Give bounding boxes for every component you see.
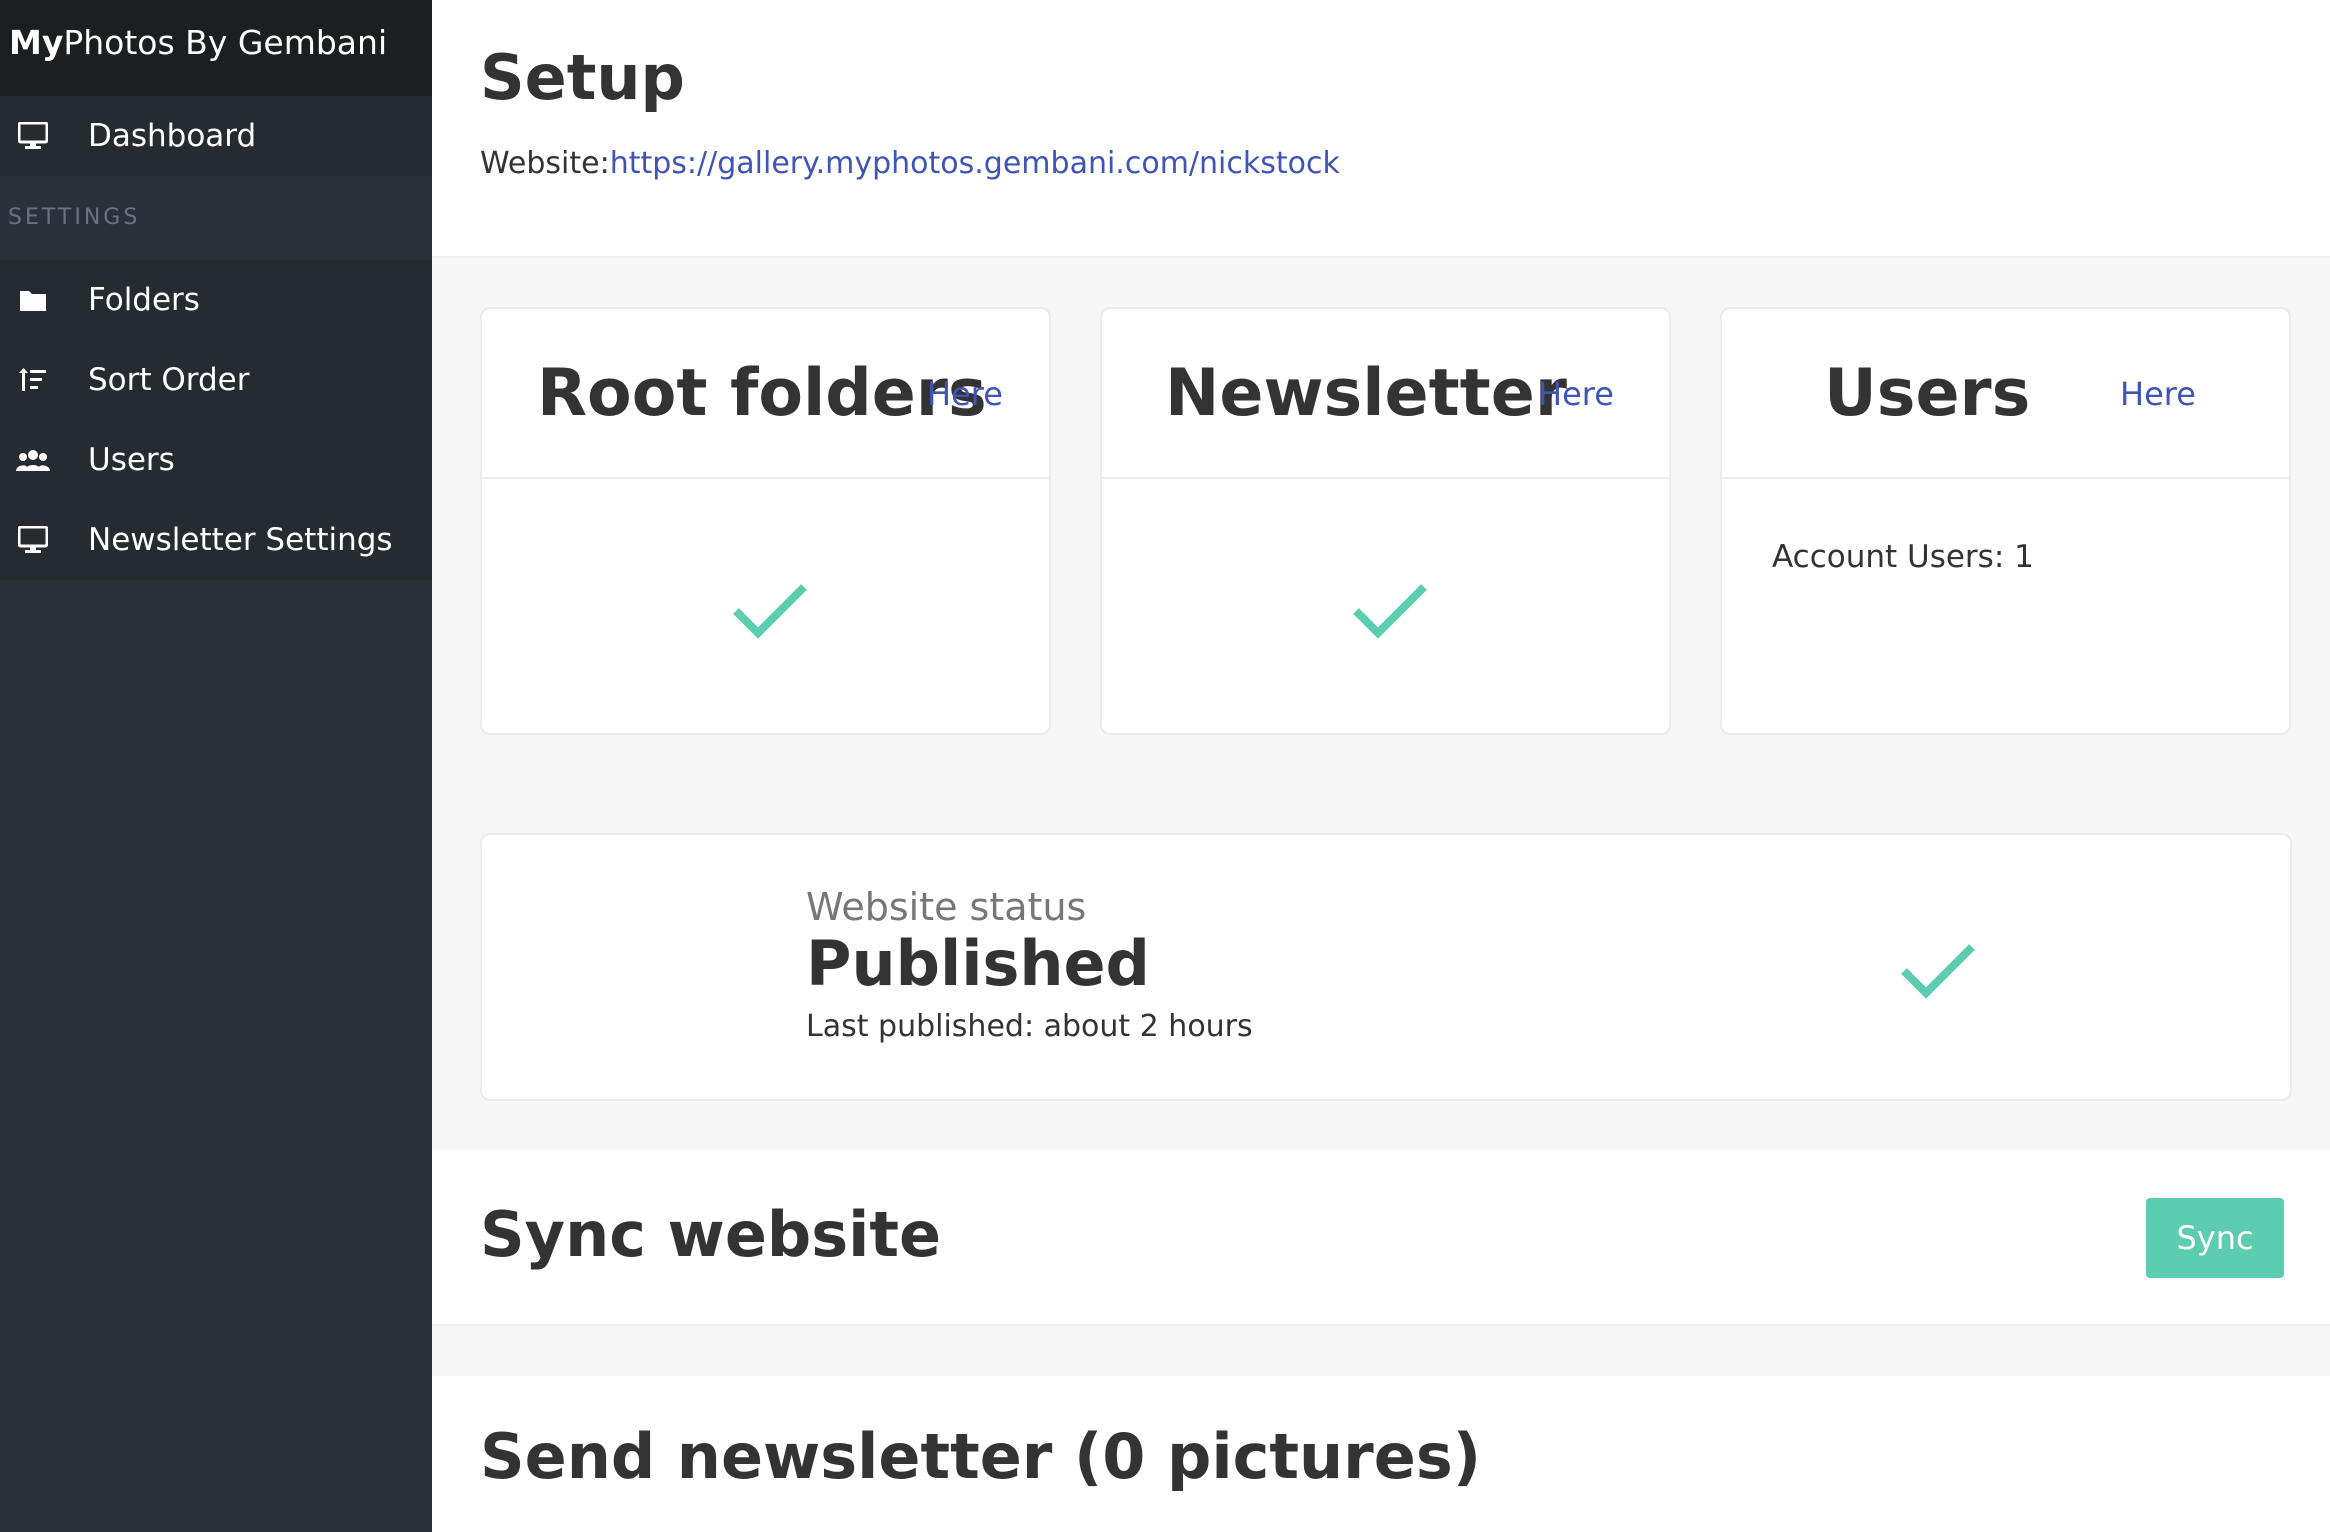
card-header: Newsletter Here — [1102, 309, 1669, 479]
brand-rest: Photos By Gembani — [63, 23, 388, 62]
folder-icon — [0, 288, 88, 312]
root-folders-card: Root folders Here — [480, 307, 1051, 735]
sidebar: MyPhotos By Gembani Dashboard SETTINGS F… — [0, 0, 432, 1532]
check-icon — [733, 584, 807, 639]
sidebar-item-sort-order[interactable]: Sort Order — [0, 340, 432, 420]
card-title: Root folders — [537, 356, 987, 431]
main-content: Setup Website:https://gallery.myphotos.g… — [432, 0, 2330, 1532]
sidebar-item-newsletter-settings[interactable]: Newsletter Settings — [0, 500, 432, 580]
website-label: Website: — [480, 146, 610, 181]
users-icon — [0, 448, 88, 472]
website-link[interactable]: https://gallery.myphotos.gembani.com/nic… — [610, 146, 1340, 181]
sync-website-section: Sync website Sync — [432, 1150, 2330, 1326]
settings-section-label: SETTINGS — [0, 176, 432, 260]
sort-icon — [0, 367, 88, 393]
setup-cards: Root folders Here Newsletter Here Users … — [480, 307, 2292, 735]
sidebar-item-dashboard[interactable]: Dashboard — [0, 96, 432, 176]
newsletter-here-link[interactable]: Here — [1538, 375, 1614, 413]
website-line: Website:https://gallery.myphotos.gembani… — [480, 146, 2330, 181]
users-here-link[interactable]: Here — [2120, 375, 2196, 413]
check-icon — [1353, 584, 1427, 639]
sidebar-item-label: Dashboard — [88, 118, 257, 154]
root-folders-here-link[interactable]: Here — [927, 375, 1003, 413]
brand-bold: My — [9, 23, 64, 62]
account-users-count: Account Users: 1 — [1772, 539, 2034, 575]
users-card: Users Here Account Users: 1 — [1720, 307, 2291, 735]
card-header: Users Here — [1722, 309, 2289, 479]
sync-button[interactable]: Sync — [2146, 1198, 2284, 1278]
monitor-icon — [0, 526, 88, 554]
card-title: Newsletter — [1165, 356, 1567, 431]
sidebar-item-label: Users — [88, 442, 175, 478]
sync-title: Sync website — [480, 1198, 942, 1271]
sidebar-item-label: Sort Order — [88, 362, 250, 398]
status-value: Published — [806, 927, 1150, 1000]
send-newsletter-section: Send newsletter (0 pictures) — [432, 1376, 2330, 1532]
last-published: Last published: about 2 hours — [806, 1009, 1253, 1044]
website-status-panel: Website status Published Last published:… — [480, 833, 2292, 1101]
sidebar-item-folders[interactable]: Folders — [0, 260, 432, 340]
page-title: Setup — [480, 41, 685, 114]
brand-logo[interactable]: MyPhotos By Gembani — [0, 0, 432, 96]
setup-header: Setup Website:https://gallery.myphotos.g… — [432, 0, 2330, 258]
monitor-icon — [0, 122, 88, 150]
sidebar-item-users[interactable]: Users — [0, 420, 432, 500]
newsletter-card: Newsletter Here — [1100, 307, 1671, 735]
card-header: Root folders Here — [482, 309, 1049, 479]
status-label: Website status — [806, 885, 1087, 929]
sidebar-item-label: Newsletter Settings — [88, 522, 393, 558]
check-icon — [1901, 944, 1975, 999]
sidebar-item-label: Folders — [88, 282, 200, 318]
send-newsletter-title: Send newsletter (0 pictures) — [480, 1420, 1482, 1493]
card-title: Users — [1824, 356, 2031, 431]
